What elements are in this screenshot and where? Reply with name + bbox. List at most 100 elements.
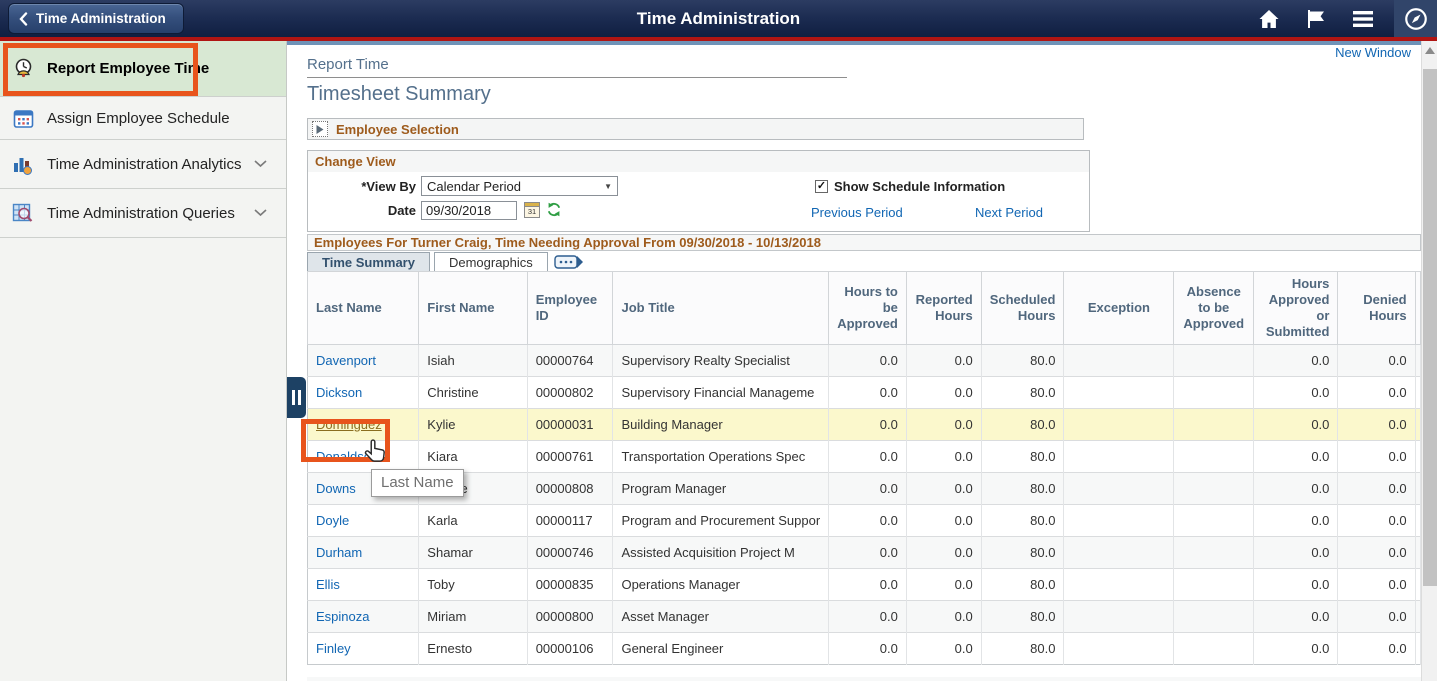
breadcrumb: Report Time (307, 56, 389, 73)
last-name-link[interactable]: Davenport (316, 353, 376, 368)
table-row: EspinozaMiriam00000800Asset Manager0.00.… (308, 601, 1421, 633)
cell-last-name: Doyle (308, 505, 419, 537)
table-cell: 80.0 (981, 473, 1064, 505)
table-cell (1415, 601, 1420, 633)
table-cell: 0.0 (1338, 377, 1415, 409)
table-cell: 0.0 (906, 633, 981, 665)
table-cell: 0.0 (1338, 633, 1415, 665)
next-period-link[interactable]: Next Period (975, 205, 1043, 220)
top-header: Time Administration Time Administration (0, 0, 1437, 37)
table-cell (1064, 537, 1174, 569)
scrollbar-thumb[interactable] (1423, 69, 1437, 586)
table-cell (1064, 473, 1174, 505)
breadcrumb-divider (307, 77, 847, 78)
time-administration-app: Time Administration Time Administration … (0, 0, 1437, 681)
refresh-icon[interactable] (546, 201, 562, 223)
cell-last-name: Finley (308, 633, 419, 665)
table-cell (1064, 345, 1174, 377)
sidebar-item-report-employee-time[interactable]: Report Employee Time (0, 41, 286, 97)
sidebar-resize-handle[interactable] (287, 377, 306, 418)
tab-time-summary[interactable]: Time Summary (307, 252, 430, 272)
table-cell (1174, 633, 1254, 665)
scroll-up-arrow-icon[interactable] (1425, 47, 1435, 54)
table-cell: 00000106 (527, 633, 613, 665)
column-header: Last Name (308, 272, 419, 345)
table-cell (1064, 601, 1174, 633)
page-title: Timesheet Summary (307, 83, 491, 106)
table-cell: Karla (419, 505, 527, 537)
back-button[interactable]: Time Administration (8, 3, 184, 34)
tab-demographics[interactable]: Demographics (434, 252, 548, 272)
table-cell: 0.0 (1254, 345, 1338, 377)
last-name-link[interactable]: Downs (316, 481, 356, 496)
table-row: DoyleKarla00000117Program and Procuremen… (308, 505, 1421, 537)
cell-last-name: Durham (308, 537, 419, 569)
table-cell: 0.0 (1338, 409, 1415, 441)
svg-text:31: 31 (528, 207, 536, 216)
last-name-link[interactable]: Ellis (316, 577, 340, 592)
home-icon[interactable] (1256, 7, 1282, 31)
table-cell: 80.0 (981, 409, 1064, 441)
table-cell: 0.0 (906, 569, 981, 601)
sidebar-item-label: Time Administration Analytics (47, 156, 242, 173)
table-cell: 0.0 (1254, 473, 1338, 505)
employee-table-body: DavenportIsiah00000764Supervisory Realty… (308, 345, 1421, 665)
last-name-link[interactable]: Finley (316, 641, 351, 656)
bar-chart-icon (11, 152, 35, 176)
view-by-select[interactable]: Calendar Period (421, 176, 618, 196)
show-all-columns-icon[interactable] (554, 254, 584, 270)
last-name-link[interactable]: Dickson (316, 385, 362, 400)
table-cell: 0.0 (906, 601, 981, 633)
table-cell: 0.0 (1254, 441, 1338, 473)
last-name-link[interactable]: Donaldson (316, 449, 378, 464)
table-cell: 0.0 (829, 505, 907, 537)
column-header: Hours Approved or Submitted (1254, 272, 1338, 345)
table-cell: Program and Procurement Suppor (613, 505, 829, 537)
table-cell: 00000800 (527, 601, 613, 633)
table-cell: 0.0 (1254, 409, 1338, 441)
table-cell: 0.0 (829, 569, 907, 601)
date-input[interactable] (421, 201, 517, 220)
new-window-link[interactable]: New Window (1335, 45, 1411, 60)
column-header-partial (1415, 272, 1420, 345)
table-row: DownsCaylee00000808Program Manager0.00.0… (308, 473, 1421, 505)
navbar-compass-icon[interactable] (1394, 0, 1437, 37)
cell-last-name: Dickson (308, 377, 419, 409)
show-schedule-label: Show Schedule Information (834, 179, 1005, 194)
previous-period-link[interactable]: Previous Period (811, 205, 903, 220)
table-cell: 0.0 (829, 633, 907, 665)
last-name-link[interactable]: Doyle (316, 513, 349, 528)
table-cell: 0.0 (829, 409, 907, 441)
last-name-link[interactable]: Durham (316, 545, 362, 560)
table-cell: 0.0 (906, 505, 981, 537)
last-name-link[interactable]: Espinoza (316, 609, 369, 624)
vertical-scrollbar[interactable] (1421, 41, 1437, 681)
table-cell: 0.0 (1338, 537, 1415, 569)
table-cell (1174, 537, 1254, 569)
table-cell: Christine (419, 377, 527, 409)
expand-section-icon[interactable] (312, 121, 328, 137)
table-cell: Asset Manager (613, 601, 829, 633)
menu-icon[interactable] (1350, 7, 1376, 31)
table-cell: 00000031 (527, 409, 613, 441)
last-name-link[interactable]: Dominguez (316, 417, 382, 432)
cell-last-name: Ellis (308, 569, 419, 601)
table-cell: Supervisory Financial Manageme (613, 377, 829, 409)
table-cell (1064, 569, 1174, 601)
table-cell (1174, 377, 1254, 409)
date-label: Date (338, 203, 416, 218)
table-cell (1174, 345, 1254, 377)
column-header: Hours to be Approved (829, 272, 907, 345)
flag-icon[interactable] (1302, 7, 1328, 31)
table-cell: 80.0 (981, 345, 1064, 377)
table-cell: 00000746 (527, 537, 613, 569)
chevron-down-icon (253, 204, 268, 222)
sidebar-item-assign-employee-schedule[interactable]: Assign Employee Schedule (0, 97, 286, 140)
show-schedule-checkbox[interactable] (815, 180, 828, 193)
table-cell (1064, 441, 1174, 473)
employee-selection-label: Employee Selection (336, 122, 459, 137)
calendar-picker-icon[interactable]: 31 (524, 201, 540, 223)
sidebar-item-time-administration-queries[interactable]: Time Administration Queries (0, 189, 286, 238)
sidebar-item-time-administration-analytics[interactable]: Time Administration Analytics (0, 140, 286, 189)
table-cell: 80.0 (981, 601, 1064, 633)
